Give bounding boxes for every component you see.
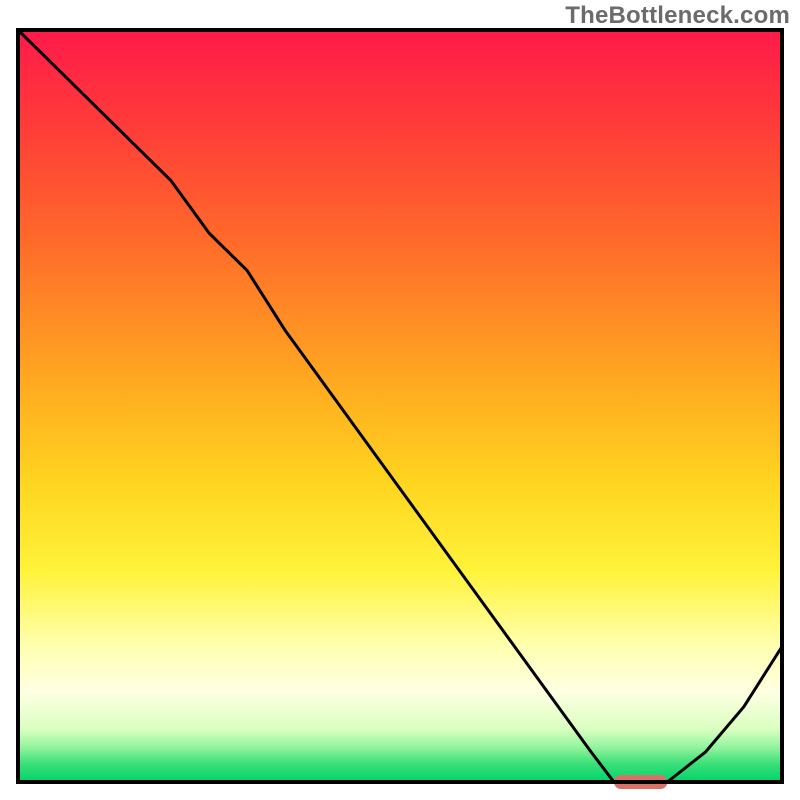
- chart-wrapper: TheBottleneck.com: [0, 0, 800, 800]
- bottleneck-chart: [0, 0, 800, 800]
- watermark-text: TheBottleneck.com: [565, 2, 790, 30]
- plot-area: [18, 30, 782, 789]
